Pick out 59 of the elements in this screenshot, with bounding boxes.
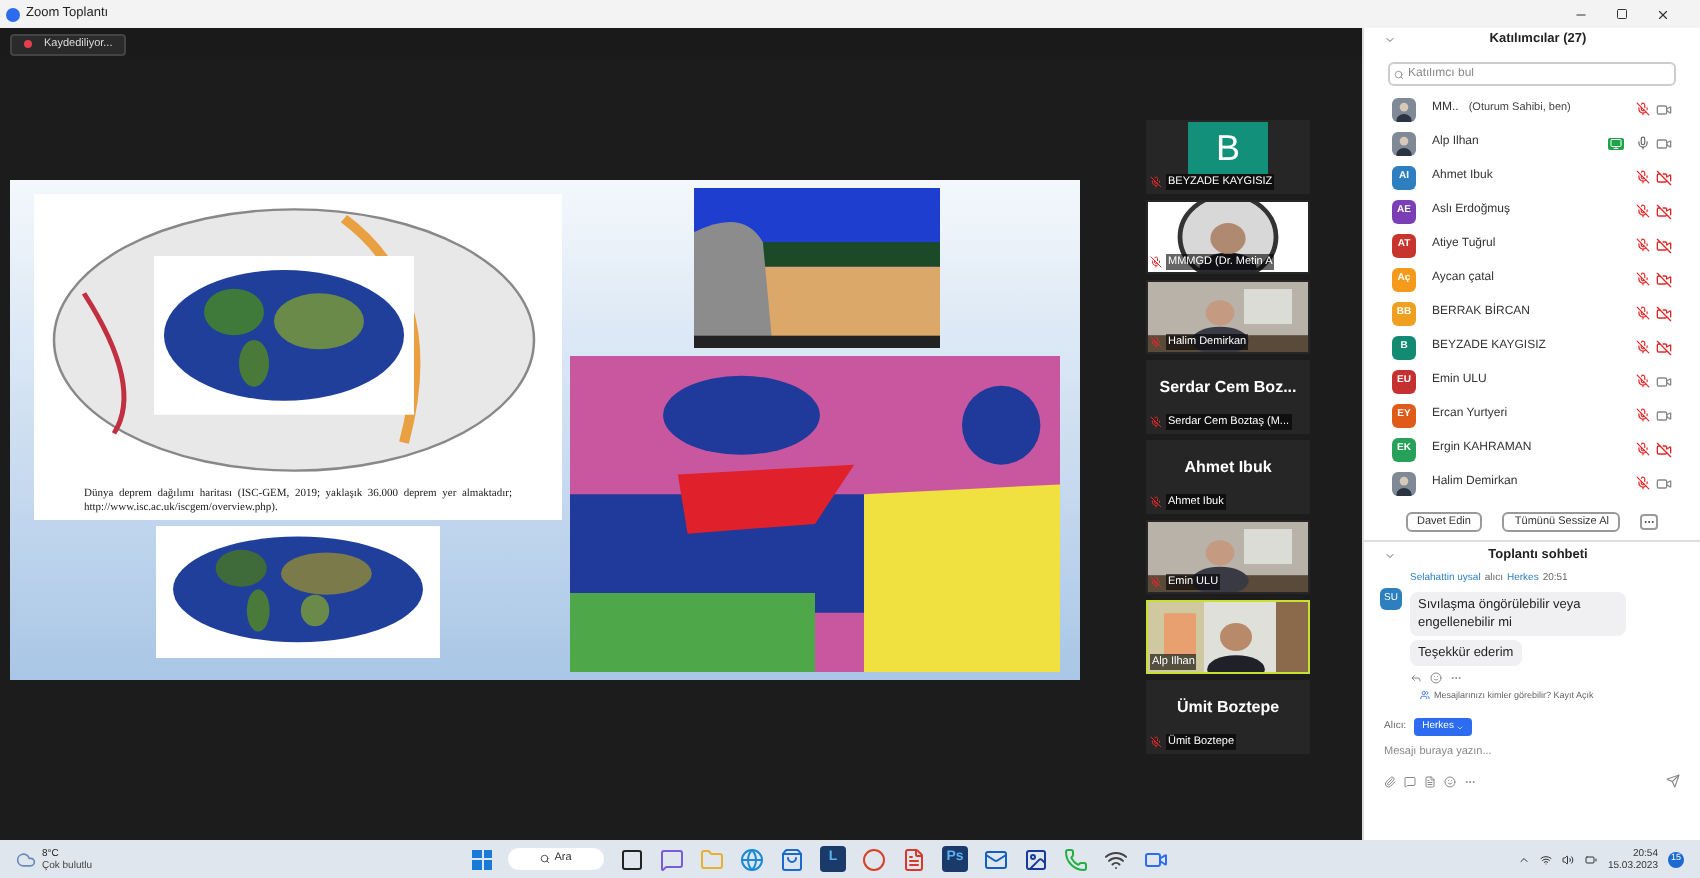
window-icon[interactable]: [620, 847, 645, 871]
send-icon[interactable]: [1666, 774, 1680, 789]
mic-off-icon[interactable]: [1636, 340, 1650, 354]
search-icon: [540, 854, 551, 864]
camera-icon[interactable]: [1656, 135, 1672, 151]
camera-off-icon[interactable]: [1656, 169, 1672, 185]
emoji-icon[interactable]: [1430, 671, 1442, 683]
avatar: B: [1188, 122, 1268, 174]
camera-icon[interactable]: [1656, 475, 1672, 491]
record-icon: [24, 40, 32, 48]
attach-icon[interactable]: [1384, 775, 1396, 788]
search-icon: [1394, 69, 1404, 79]
file-icon[interactable]: [1424, 775, 1436, 788]
speaker-icon[interactable]: [1561, 853, 1574, 865]
chat-icon[interactable]: [1404, 775, 1416, 788]
people-icon: [1420, 690, 1430, 701]
battery-icon[interactable]: [1583, 853, 1598, 865]
image-icon[interactable]: [1024, 847, 1049, 871]
camera-off-icon[interactable]: [1656, 305, 1672, 321]
mic-off-icon[interactable]: [1636, 272, 1650, 286]
circle-icon[interactable]: [862, 847, 887, 871]
camera-icon[interactable]: [1656, 373, 1672, 389]
camera-off-icon[interactable]: [1656, 203, 1672, 219]
more-icon[interactable]: [1640, 514, 1659, 530]
mic-off-icon[interactable]: [1636, 476, 1650, 490]
camera-off-icon[interactable]: [1656, 441, 1672, 457]
camera-off-icon[interactable]: [1656, 271, 1672, 287]
wifi-icon[interactable]: [1539, 853, 1552, 865]
emoji-icon[interactable]: [1444, 775, 1456, 788]
mic-off-icon[interactable]: [1636, 408, 1650, 422]
video-camera-icon[interactable]: [1144, 847, 1169, 871]
camera-off-icon[interactable]: [1656, 237, 1672, 253]
camera-icon[interactable]: [1656, 407, 1672, 423]
mic-off-icon[interactable]: [1636, 238, 1650, 252]
mic-off-icon[interactable]: [1636, 204, 1650, 218]
cloud-icon: [16, 849, 36, 869]
windows-logo-icon[interactable]: [472, 849, 493, 869]
globe-icon[interactable]: [740, 847, 765, 871]
mic-off-icon[interactable]: [1636, 306, 1650, 320]
wifi-icon[interactable]: [1104, 847, 1129, 871]
mic-off-icon[interactable]: [1636, 170, 1650, 184]
mic-icon[interactable]: [1636, 136, 1650, 150]
participant-display-name: Ümit Boztepe: [1176, 695, 1280, 720]
chat-icon[interactable]: [660, 847, 685, 871]
participant-display-name: Ahmet Ibuk: [1184, 455, 1272, 480]
mic-off-icon[interactable]: [1636, 102, 1650, 116]
chevron-up-icon[interactable]: [1517, 853, 1530, 865]
close-icon[interactable]: [1656, 7, 1670, 21]
camera-off-icon[interactable]: [1656, 339, 1672, 355]
mail-icon[interactable]: [984, 847, 1009, 871]
document-icon[interactable]: [902, 847, 927, 871]
camera-icon[interactable]: [1656, 101, 1672, 117]
reply-icon[interactable]: [1410, 671, 1422, 683]
mic-off-icon[interactable]: [1636, 442, 1650, 456]
mic-off-icon[interactable]: [1636, 374, 1650, 388]
maximize-icon[interactable]: [1616, 8, 1628, 20]
bag-icon[interactable]: [780, 847, 805, 871]
participant-display-name: Serdar Cem Boz...: [1159, 375, 1297, 400]
app-logo-icon: [6, 7, 20, 21]
